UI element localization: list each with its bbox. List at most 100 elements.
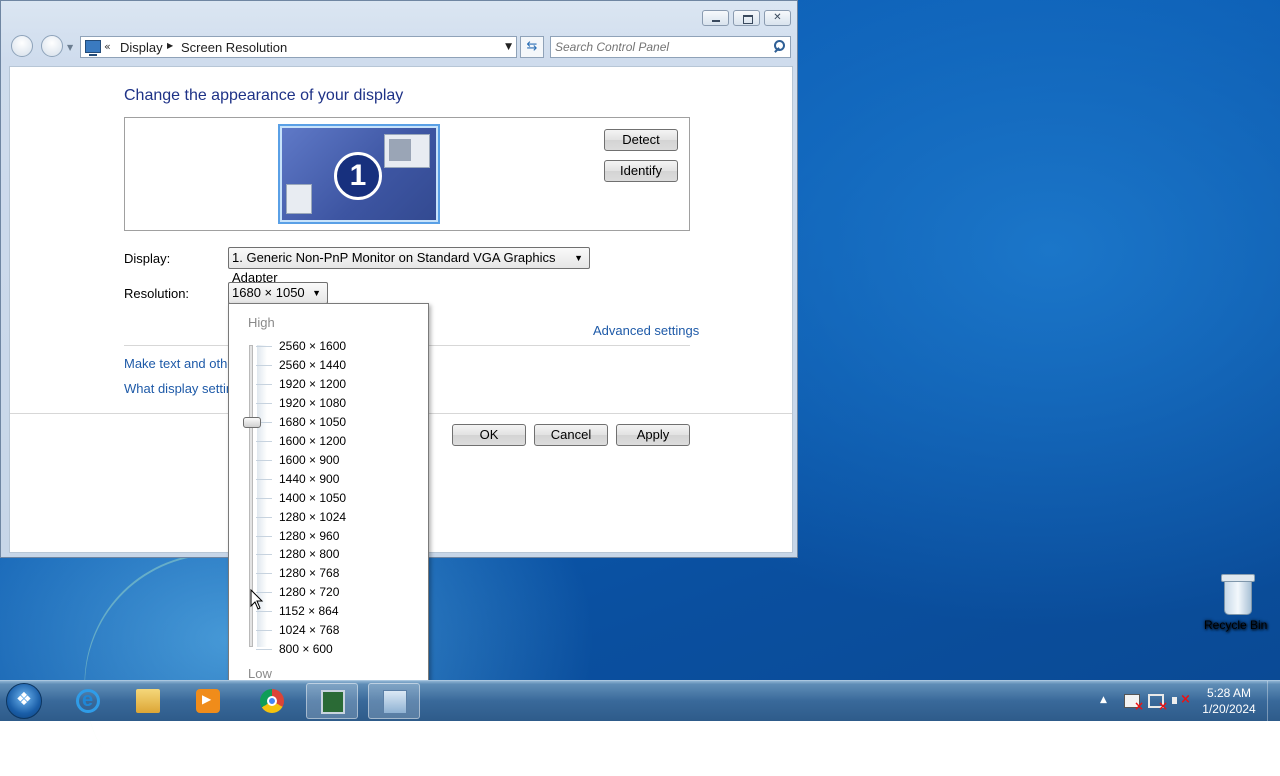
slider-tick	[256, 649, 272, 650]
overflow-chevron[interactable]: «	[104, 40, 111, 53]
resolution-option[interactable]: 1400 × 1050	[279, 490, 346, 506]
text-size-link[interactable]: Make text and other	[124, 356, 239, 371]
resolution-option[interactable]: 1280 × 720	[279, 584, 339, 600]
display-select-value: 1. Generic Non-PnP Monitor on Standard V…	[232, 250, 556, 285]
chevron-down-icon: ▼	[574, 253, 583, 263]
slider-tick	[256, 346, 272, 347]
volume-muted-icon[interactable]	[1172, 692, 1191, 708]
close-icon: ✕	[773, 12, 782, 23]
refresh-button[interactable]: ⇆	[520, 36, 544, 58]
taskbar: ▲ 5:28 AM 1/20/2024	[0, 680, 1280, 721]
slider-tick	[256, 460, 272, 461]
close-button[interactable]: ✕	[764, 10, 791, 26]
slider-tick	[256, 365, 272, 366]
identify-button[interactable]: Identify	[604, 160, 678, 182]
mouse-cursor-icon	[250, 589, 264, 610]
slider-tick	[256, 630, 272, 631]
slider-tick	[256, 441, 272, 442]
network-icon[interactable]	[1148, 694, 1168, 713]
resolution-option[interactable]: 1280 × 768	[279, 565, 339, 581]
address-dropdown-icon[interactable]: ▼	[505, 42, 512, 52]
slider-tick	[256, 517, 272, 518]
resolution-option[interactable]: 1280 × 960	[279, 528, 339, 544]
caption-buttons: ✕	[702, 10, 791, 26]
clock-time: 5:28 AM	[1206, 686, 1252, 700]
high-label: High	[248, 315, 275, 330]
resolution-label: Resolution:	[124, 286, 190, 301]
slider-tick	[256, 611, 272, 612]
taskbar-media-player[interactable]	[182, 683, 234, 719]
breadcrumb-separator-icon[interactable]: ▶	[167, 41, 173, 50]
show-desktop-button[interactable]	[1267, 681, 1280, 721]
resolution-option[interactable]: 1440 × 900	[279, 471, 339, 487]
resolution-option[interactable]: 800 × 600	[279, 641, 333, 657]
resolution-option[interactable]: 1280 × 800	[279, 546, 339, 562]
display-settings-help-link[interactable]: What display setting	[124, 381, 240, 396]
resolution-option[interactable]: 1280 × 1024	[279, 509, 346, 525]
control-panel-icon	[383, 690, 407, 714]
start-button[interactable]	[6, 683, 42, 719]
control-panel-icon	[85, 40, 101, 56]
recycle-bin[interactable]: Recycle Bin	[1204, 572, 1270, 632]
search-icon[interactable]	[773, 40, 785, 54]
resolution-option[interactable]: 1920 × 1200	[279, 376, 346, 392]
monitor-screen: 1	[282, 128, 436, 220]
recycle-bin-icon	[1221, 572, 1255, 615]
slider-tick	[256, 554, 272, 555]
clock[interactable]: 5:28 AM 1/20/2024	[1198, 685, 1260, 717]
action-center-icon[interactable]	[1124, 694, 1144, 713]
resolution-option[interactable]: 1600 × 900	[279, 452, 339, 468]
clock-date: 1/20/2024	[1202, 702, 1256, 716]
breadcrumb-display[interactable]: Display	[120, 40, 163, 55]
resolution-slider-thumb[interactable]	[243, 417, 261, 428]
detect-button[interactable]: Detect	[604, 129, 678, 151]
internet-explorer-icon	[76, 689, 100, 713]
display-label: Display:	[124, 251, 171, 266]
advanced-settings-link[interactable]: Advanced settings	[593, 323, 699, 338]
maximize-button[interactable]	[733, 10, 760, 26]
resolution-option[interactable]: 2560 × 1440	[279, 357, 346, 373]
display-select[interactable]: 1. Generic Non-PnP Monitor on Standard V…	[228, 247, 590, 285]
taskbar-windows-explorer[interactable]	[122, 683, 174, 719]
slider-tick	[256, 384, 272, 385]
page-title: Change the appearance of your display	[124, 87, 404, 104]
resolution-option[interactable]: 1152 × 864	[279, 603, 339, 619]
taskbar-chrome[interactable]	[246, 683, 298, 719]
folder-icon	[136, 689, 160, 713]
slider-tick	[256, 498, 272, 499]
apply-button[interactable]: Apply	[616, 424, 690, 446]
monitor-1[interactable]: 1	[278, 124, 440, 224]
window-thumbnail-icon	[286, 184, 312, 214]
breadcrumb-screen-resolution[interactable]: Screen Resolution	[181, 40, 287, 55]
search-box[interactable]	[550, 36, 791, 58]
low-label: Low	[248, 666, 272, 681]
resolution-option[interactable]: 1920 × 1080	[279, 395, 346, 411]
cancel-button[interactable]: Cancel	[534, 424, 608, 446]
minimize-button[interactable]	[702, 10, 729, 26]
resolution-option[interactable]: 2560 × 1600	[279, 338, 346, 354]
chevron-down-icon: ▼	[312, 288, 321, 298]
forward-button[interactable]	[41, 35, 63, 57]
slider-tick	[256, 573, 272, 574]
display-settings-icon	[321, 690, 345, 714]
address-bar[interactable]: « Display ▶ Screen Resolution ▼	[80, 36, 517, 58]
monitor-number-badge: 1	[334, 152, 382, 200]
media-player-icon	[196, 689, 220, 713]
ok-button[interactable]: OK	[452, 424, 526, 446]
back-button[interactable]	[11, 35, 33, 57]
recent-pages-dropdown[interactable]: ▼	[67, 43, 73, 52]
slider-tick	[256, 479, 272, 480]
taskbar-display-settings[interactable]	[306, 683, 358, 719]
resolution-select-value: 1680 × 1050	[232, 285, 305, 300]
slider-tick	[256, 536, 272, 537]
taskbar-internet-explorer[interactable]	[62, 683, 114, 719]
resolution-option[interactable]: 1024 × 768	[279, 622, 339, 638]
search-input[interactable]	[555, 39, 765, 55]
resolution-option[interactable]: 1680 × 1050	[279, 414, 346, 430]
resolution-option[interactable]: 1600 × 1200	[279, 433, 346, 449]
show-hidden-icons-icon[interactable]: ▲	[1100, 695, 1116, 709]
resolution-popup: High 2560 × 1600 2560 × 1440 1920 × 1200 19…	[228, 303, 429, 691]
resolution-select[interactable]: 1680 × 1050 ▼	[228, 282, 328, 304]
slider-tick	[256, 403, 272, 404]
taskbar-control-panel[interactable]	[368, 683, 420, 719]
